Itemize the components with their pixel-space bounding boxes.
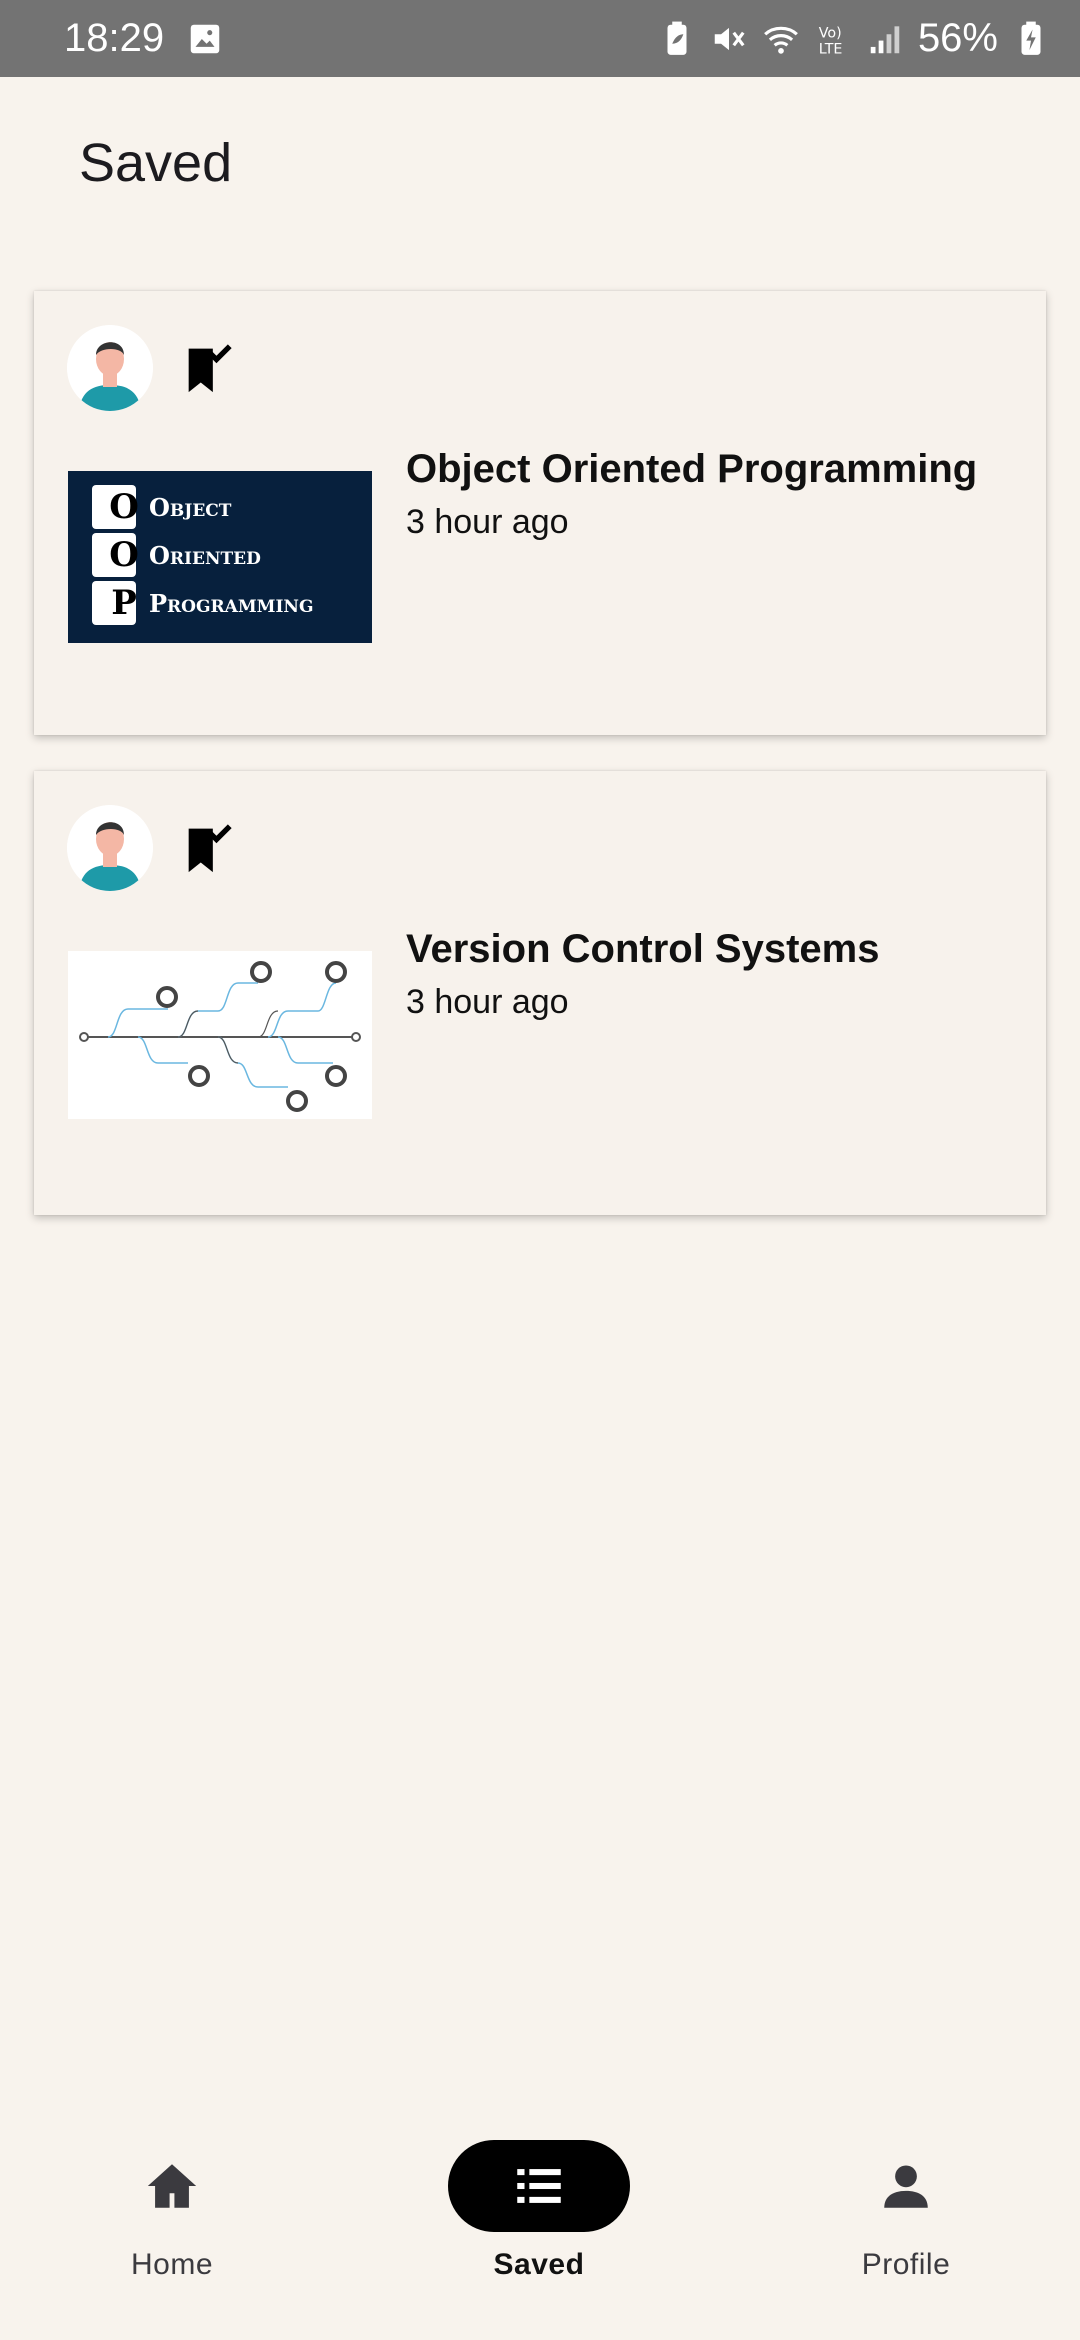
card-timestamp: 3 hour ago [406, 983, 569, 1021]
bottom-navigation: Home Saved Profile [0, 2120, 1080, 2340]
nav-home-indicator [81, 2140, 263, 2232]
battery-saver-icon [658, 20, 696, 58]
avatar [67, 805, 153, 891]
card-timestamp: 3 hour ago [406, 503, 569, 541]
page-title: Saved [79, 133, 233, 193]
home-icon [147, 2164, 197, 2208]
nav-saved-label: Saved [493, 2248, 585, 2281]
gallery-icon [186, 20, 224, 58]
signal-icon [866, 20, 904, 58]
person-icon [884, 2165, 928, 2208]
bookmark-saved-icon[interactable] [179, 339, 237, 397]
oop-thumbnail [68, 471, 372, 643]
nav-home[interactable]: Home [22, 2140, 322, 2300]
battery-charging-icon [1012, 20, 1050, 58]
status-time: 18:29 [64, 16, 165, 60]
list-icon [517, 2169, 561, 2203]
nav-profile-indicator [815, 2140, 997, 2232]
wifi-icon [762, 20, 800, 58]
avatar [67, 325, 153, 411]
mute-icon [710, 20, 748, 58]
svg-text:Vo): Vo) [819, 25, 842, 41]
nav-profile-label: Profile [861, 2248, 951, 2281]
bookmark-saved-icon[interactable] [179, 819, 237, 877]
status-bar: 18:29 Vo) LTE 56% [0, 0, 1080, 77]
svg-text:LTE: LTE [819, 41, 843, 57]
nav-saved[interactable]: Saved [389, 2140, 689, 2300]
saved-card-vcs[interactable]: Version Control Systems 3 hour ago [34, 771, 1046, 1215]
version-control-thumbnail [68, 951, 372, 1119]
card-title[interactable]: Version Control Systems [406, 927, 879, 972]
nav-home-label: Home [130, 2248, 214, 2281]
volte-icon: Vo) LTE [814, 20, 852, 58]
nav-saved-indicator [448, 2140, 630, 2232]
battery-percent: 56% [917, 16, 998, 60]
nav-profile[interactable]: Profile [756, 2140, 1056, 2300]
card-title[interactable]: Object Oriented Programming [406, 447, 977, 492]
saved-card-oop[interactable]: O O P Object Oriented Programming Object… [34, 291, 1046, 735]
